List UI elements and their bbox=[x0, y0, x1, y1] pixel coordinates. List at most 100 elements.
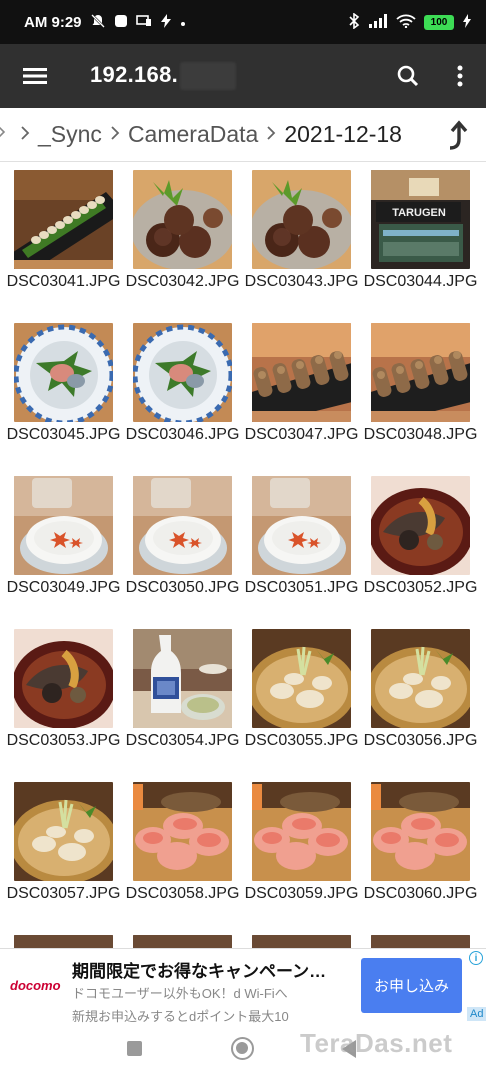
breadcrumb: _Sync CameraData 2021-12-18 bbox=[0, 108, 486, 162]
file-thumbnail bbox=[133, 629, 232, 728]
file-item[interactable]: DSC03057.JPG bbox=[7, 774, 129, 927]
parent-folder-button[interactable] bbox=[438, 116, 476, 154]
file-thumbnail bbox=[252, 170, 351, 269]
file-item[interactable] bbox=[367, 927, 486, 948]
file-item[interactable]: DSC03052.JPG bbox=[364, 468, 486, 621]
screen: AM 9:29 100 192.168. _Sync CameraData 20… bbox=[0, 0, 486, 1080]
ad-info-icon[interactable]: i bbox=[469, 951, 483, 965]
file-thumbnail bbox=[14, 935, 113, 948]
file-item[interactable]: DSC03053.JPG bbox=[7, 621, 129, 774]
file-name: DSC03052.JPG bbox=[363, 579, 478, 596]
file-item[interactable] bbox=[10, 927, 129, 948]
wifi-icon bbox=[396, 14, 416, 30]
ad-label: Ad bbox=[467, 1007, 486, 1021]
file-name: DSC03059.JPG bbox=[244, 885, 359, 902]
file-item[interactable] bbox=[248, 927, 367, 948]
file-item[interactable]: DSC03047.JPG bbox=[245, 315, 367, 468]
hamburger-icon bbox=[23, 68, 47, 84]
file-thumbnail bbox=[371, 476, 470, 575]
bell-off-icon bbox=[90, 13, 106, 31]
chevron-right-icon bbox=[20, 122, 30, 148]
ad-brand-logo: docomo bbox=[10, 978, 61, 993]
home-button[interactable] bbox=[231, 1037, 254, 1060]
app-icon bbox=[114, 14, 128, 30]
file-item[interactable]: DSC03046.JPG bbox=[126, 315, 248, 468]
file-name: DSC03044.JPG bbox=[363, 273, 478, 290]
file-item[interactable]: DSC03058.JPG bbox=[126, 774, 248, 927]
file-name: DSC03049.JPG bbox=[6, 579, 121, 596]
file-item[interactable]: TARUGEN DSC03044.JPG bbox=[364, 162, 486, 315]
charging-icon bbox=[462, 14, 472, 30]
svg-text:TARUGEN: TARUGEN bbox=[392, 207, 446, 219]
file-name: DSC03058.JPG bbox=[125, 885, 240, 902]
file-name: DSC03051.JPG bbox=[244, 579, 359, 596]
file-item[interactable]: DSC03042.JPG bbox=[126, 162, 248, 315]
file-thumbnail bbox=[371, 323, 470, 422]
file-thumbnail bbox=[14, 323, 113, 422]
file-item[interactable]: DSC03041.JPG bbox=[7, 162, 129, 315]
chevron-right-icon bbox=[110, 122, 120, 148]
file-item[interactable]: DSC03060.JPG bbox=[364, 774, 486, 927]
file-thumbnail bbox=[252, 323, 351, 422]
file-thumbnail bbox=[252, 629, 351, 728]
file-name: DSC03047.JPG bbox=[244, 426, 359, 443]
file-name: DSC03050.JPG bbox=[125, 579, 240, 596]
breadcrumb-item-cameradata[interactable]: CameraData bbox=[128, 121, 258, 148]
file-item[interactable] bbox=[129, 927, 248, 948]
file-item[interactable]: DSC03056.JPG bbox=[364, 621, 486, 774]
file-item[interactable]: DSC03051.JPG bbox=[245, 468, 367, 621]
signal-icon bbox=[368, 14, 388, 30]
file-name: DSC03057.JPG bbox=[6, 885, 121, 902]
flash-icon bbox=[160, 14, 172, 30]
file-name: DSC03054.JPG bbox=[125, 732, 240, 749]
status-right: 100 bbox=[348, 12, 472, 31]
file-name: DSC03060.JPG bbox=[363, 885, 478, 902]
file-thumbnail bbox=[14, 170, 113, 269]
file-name: DSC03053.JPG bbox=[6, 732, 121, 749]
file-item[interactable]: DSC03045.JPG bbox=[7, 315, 129, 468]
file-grid: DSC03041.JPG DSC03042.JPG DSC03043.JPG TARU… bbox=[0, 162, 486, 948]
system-nav-bar: TeraDas.net bbox=[0, 1026, 486, 1080]
file-thumbnail bbox=[133, 782, 232, 881]
file-thumbnail bbox=[133, 323, 232, 422]
app-bar: 192.168. bbox=[0, 44, 486, 108]
redacted-text bbox=[180, 62, 237, 91]
file-thumbnail bbox=[14, 782, 113, 881]
bluetooth-icon bbox=[348, 12, 360, 31]
file-item[interactable]: DSC03059.JPG bbox=[245, 774, 367, 927]
file-item[interactable]: DSC03055.JPG bbox=[245, 621, 367, 774]
file-thumbnail bbox=[133, 476, 232, 575]
app-title: 192.168. bbox=[90, 61, 237, 91]
file-item[interactable]: DSC03048.JPG bbox=[364, 315, 486, 468]
file-item[interactable]: DSC03043.JPG bbox=[245, 162, 367, 315]
file-thumbnail bbox=[371, 935, 470, 948]
breadcrumb-item-sync[interactable]: _Sync bbox=[38, 121, 102, 148]
server-address: 192.168. bbox=[90, 61, 179, 87]
file-thumbnail bbox=[252, 476, 351, 575]
ad-apply-button[interactable]: お申し込み bbox=[361, 958, 462, 1013]
ad-title: 期間限定でお得なキャンペーン… bbox=[72, 962, 327, 981]
battery-icon: 100 bbox=[424, 14, 454, 30]
overflow-menu-button[interactable] bbox=[434, 44, 486, 108]
breadcrumb-item-current[interactable]: 2021-12-18 bbox=[284, 121, 402, 148]
file-thumbnail bbox=[14, 629, 113, 728]
file-name: DSC03046.JPG bbox=[125, 426, 240, 443]
file-name: DSC03043.JPG bbox=[244, 273, 359, 290]
file-name: DSC03048.JPG bbox=[363, 426, 478, 443]
recents-button[interactable] bbox=[127, 1041, 142, 1056]
breadcrumb-overflow[interactable] bbox=[0, 121, 12, 148]
more-vert-icon bbox=[457, 65, 463, 87]
ad-banner[interactable]: docomo 期間限定でお得なキャンペーン… ドコモユーザー以外もOK！d Wi… bbox=[0, 948, 486, 1026]
menu-button[interactable] bbox=[0, 44, 70, 108]
app-actions bbox=[382, 44, 486, 108]
chevron-right-icon bbox=[266, 122, 276, 148]
ad-description-line1: ドコモユーザー以外もOK！d Wi-Fiへ bbox=[72, 986, 288, 1001]
file-item[interactable]: DSC03054.JPG bbox=[126, 621, 248, 774]
file-thumbnail bbox=[252, 782, 351, 881]
status-left: AM 9:29 bbox=[24, 13, 186, 31]
file-item[interactable]: DSC03050.JPG bbox=[126, 468, 248, 621]
file-item[interactable]: DSC03049.JPG bbox=[7, 468, 129, 621]
search-button[interactable] bbox=[382, 44, 434, 108]
ad-description-line2: 新規お申込みするとdポイント最大10 bbox=[72, 1009, 289, 1024]
file-thumbnail bbox=[252, 935, 351, 948]
